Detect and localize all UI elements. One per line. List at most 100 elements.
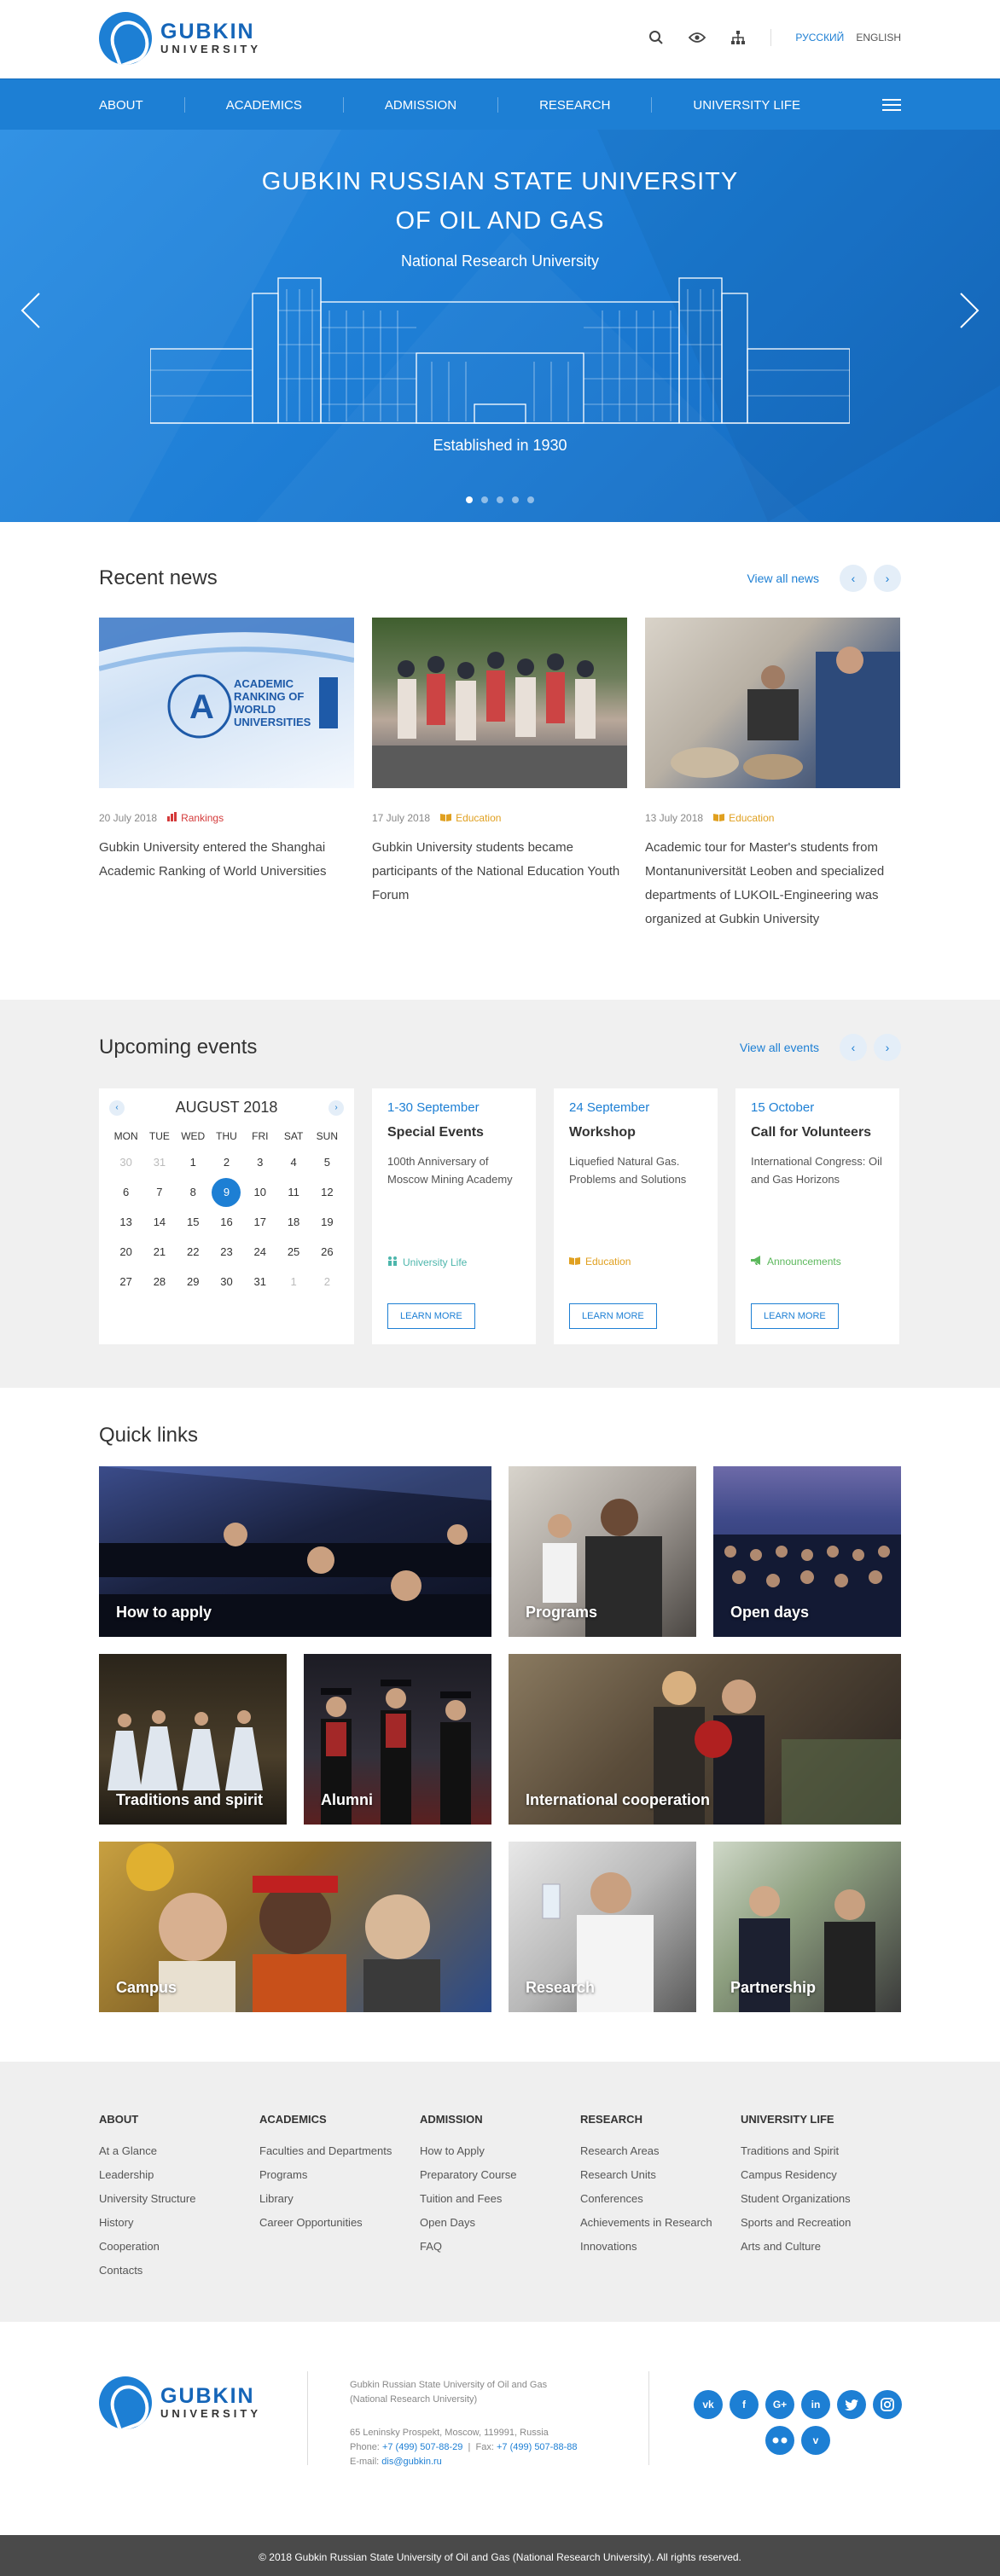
footer-link[interactable]: Faculties and Departments — [259, 2144, 420, 2158]
quick-link-campus[interactable]: Campus — [99, 1842, 491, 2012]
quick-link-traditions[interactable]: Traditions and spirit — [99, 1654, 287, 1825]
slider-dot[interactable] — [481, 496, 488, 503]
calendar-day[interactable]: 4 — [276, 1147, 310, 1177]
calendar-day[interactable]: 5 — [311, 1147, 344, 1177]
google-plus-icon[interactable]: G+ — [765, 2390, 794, 2419]
quick-link-partnership[interactable]: Partnership — [713, 1842, 901, 2012]
slider-dot[interactable] — [512, 496, 519, 503]
vk-icon[interactable]: vk — [694, 2390, 723, 2419]
calendar-day[interactable]: 26 — [311, 1237, 344, 1267]
calendar-next-month-button[interactable]: › — [328, 1099, 344, 1116]
quick-link-programs[interactable]: Programs — [509, 1466, 696, 1637]
footer-link[interactable]: Preparatory Course — [420, 2168, 580, 2182]
calendar-day[interactable]: 31 — [142, 1147, 176, 1177]
search-icon[interactable] — [648, 29, 665, 46]
calendar-day[interactable]: 20 — [109, 1237, 142, 1267]
learn-more-button[interactable]: LEARN MORE — [569, 1303, 657, 1329]
quick-link-alumni[interactable]: Alumni — [304, 1654, 491, 1825]
lang-english-link[interactable]: ENGLISH — [856, 32, 901, 44]
calendar-day[interactable]: 12 — [311, 1177, 344, 1207]
footer-link[interactable]: Innovations — [580, 2240, 741, 2254]
linkedin-icon[interactable]: in — [801, 2390, 830, 2419]
calendar-day[interactable]: 2 — [210, 1147, 243, 1177]
calendar-day[interactable]: 14 — [142, 1207, 176, 1237]
calendar-day[interactable]: 28 — [142, 1267, 176, 1297]
news-title[interactable]: Gubkin University entered the Shanghai A… — [99, 836, 354, 884]
footer-link[interactable]: Cooperation — [99, 2240, 259, 2254]
events-prev-button[interactable]: ‹ — [840, 1034, 867, 1061]
vimeo-icon[interactable]: v — [801, 2426, 830, 2455]
fax-link[interactable]: +7 (499) 507-88-88 — [497, 2442, 577, 2452]
flickr-icon[interactable] — [765, 2426, 794, 2455]
university-logo[interactable]: GUBKIN UNIVERSITY — [99, 12, 261, 65]
quick-link-how-to-apply[interactable]: How to apply — [99, 1466, 491, 1637]
calendar-day[interactable]: 10 — [243, 1177, 276, 1207]
slider-dot[interactable] — [527, 496, 534, 503]
accessibility-eye-icon[interactable] — [689, 29, 706, 46]
lang-russian-link[interactable]: РУССКИЙ — [795, 32, 844, 44]
footer-link[interactable]: Library — [259, 2192, 420, 2206]
nav-academics[interactable]: ACADEMICS — [226, 98, 302, 113]
calendar-day[interactable]: 30 — [109, 1147, 142, 1177]
footer-link[interactable]: Conferences — [580, 2192, 741, 2206]
nav-university-life[interactable]: UNIVERSITY LIFE — [693, 98, 800, 113]
calendar-day[interactable]: 30 — [210, 1267, 243, 1297]
calendar-day[interactable]: 8 — [177, 1177, 210, 1207]
footer-link[interactable]: At a Glance — [99, 2144, 259, 2158]
event-name[interactable]: Call for Volunteers — [751, 1125, 884, 1140]
footer-link[interactable]: Campus Residency — [741, 2168, 901, 2182]
menu-hamburger-icon[interactable] — [882, 99, 901, 111]
calendar-day[interactable]: 6 — [109, 1177, 142, 1207]
footer-link[interactable]: FAQ — [420, 2240, 580, 2254]
footer-link[interactable]: Arts and Culture — [741, 2240, 901, 2254]
footer-link[interactable]: Achievements in Research — [580, 2216, 741, 2230]
calendar-day[interactable]: 24 — [243, 1237, 276, 1267]
footer-link[interactable]: Open Days — [420, 2216, 580, 2230]
facebook-icon[interactable]: f — [730, 2390, 759, 2419]
slider-dot[interactable] — [466, 496, 473, 503]
event-name[interactable]: Workshop — [569, 1125, 702, 1140]
instagram-icon[interactable] — [873, 2390, 902, 2419]
calendar-day[interactable]: 27 — [109, 1267, 142, 1297]
calendar-day[interactable]: 23 — [210, 1237, 243, 1267]
footer-link[interactable]: Research Units — [580, 2168, 741, 2182]
slider-dot[interactable] — [497, 496, 503, 503]
footer-link[interactable]: Leadership — [99, 2168, 259, 2182]
news-title[interactable]: Academic tour for Master's students from… — [645, 836, 900, 931]
event-category[interactable]: University Life — [387, 1256, 467, 1268]
quick-link-open-days[interactable]: Open days — [713, 1466, 901, 1637]
footer-link[interactable]: Contacts — [99, 2264, 259, 2277]
event-category[interactable]: Announcements — [751, 1256, 841, 1268]
calendar-day[interactable]: 13 — [109, 1207, 142, 1237]
news-category[interactable]: Education — [440, 812, 501, 824]
calendar-day[interactable]: 21 — [142, 1237, 176, 1267]
learn-more-button[interactable]: LEARN MORE — [387, 1303, 475, 1329]
calendar-prev-month-button[interactable]: ‹ — [109, 1099, 125, 1116]
news-card[interactable]: A ACADEMIC RANKING OF WORLD UNIVERSITIES… — [99, 618, 354, 931]
calendar-day[interactable]: 1 — [177, 1147, 210, 1177]
nav-about[interactable]: ABOUT — [99, 98, 143, 113]
view-all-news-link[interactable]: View all news — [747, 571, 819, 585]
quick-link-international-cooperation[interactable]: International cooperation — [509, 1654, 901, 1825]
sitemap-icon[interactable] — [730, 29, 747, 46]
footer-link[interactable]: University Structure — [99, 2192, 259, 2206]
calendar-day[interactable]: 31 — [243, 1267, 276, 1297]
news-title[interactable]: Gubkin University students became partic… — [372, 836, 627, 908]
email-link[interactable]: dis@gubkin.ru — [381, 2457, 441, 2467]
quick-link-research[interactable]: Research — [509, 1842, 696, 2012]
footer-link[interactable]: Tuition and Fees — [420, 2192, 580, 2206]
event-category[interactable]: Education — [569, 1256, 631, 1268]
calendar-day[interactable]: 7 — [142, 1177, 176, 1207]
footer-link[interactable]: Research Areas — [580, 2144, 741, 2158]
calendar-day[interactable]: 2 — [311, 1267, 344, 1297]
nav-admission[interactable]: ADMISSION — [385, 98, 456, 113]
calendar-day[interactable]: 19 — [311, 1207, 344, 1237]
calendar-day[interactable]: 22 — [177, 1237, 210, 1267]
calendar-day[interactable]: 11 — [276, 1177, 310, 1207]
learn-more-button[interactable]: LEARN MORE — [751, 1303, 839, 1329]
footer-link[interactable]: Programs — [259, 2168, 420, 2182]
calendar-day[interactable]: 1 — [276, 1267, 310, 1297]
calendar-day[interactable]: 15 — [177, 1207, 210, 1237]
news-category[interactable]: Rankings — [167, 812, 224, 824]
slider-prev-arrow-icon[interactable] — [19, 292, 44, 329]
